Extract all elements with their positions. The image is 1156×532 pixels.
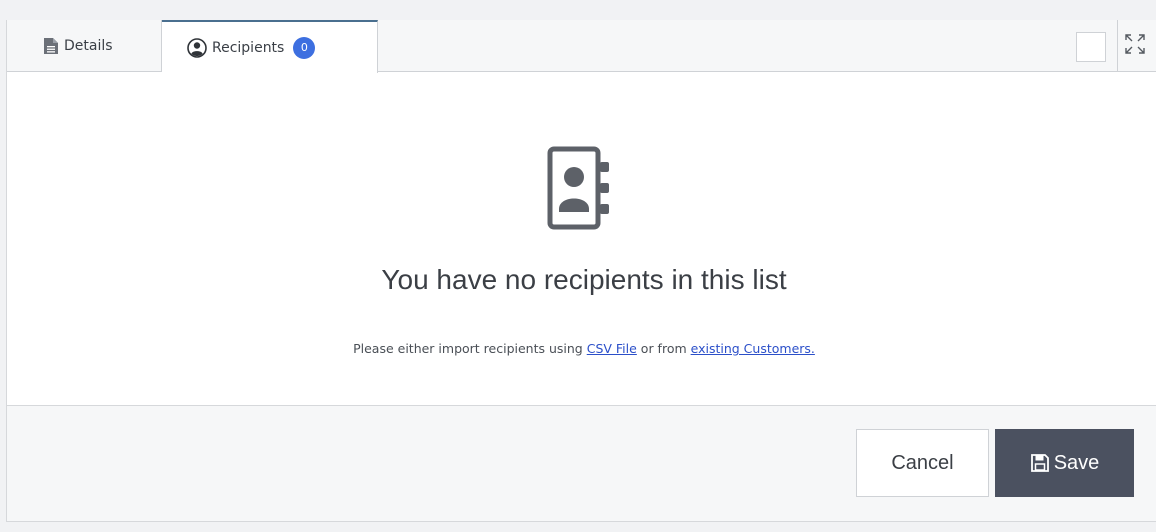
user-circle-icon [187,37,207,58]
tab-details[interactable]: Details [7,20,162,72]
empty-state: You have no recipients in this list Plea… [7,72,1156,405]
dialog-footer: Cancel Save [7,405,1156,521]
expand-icon[interactable] [1124,33,1146,55]
existing-customers-link[interactable]: existing Customers. [691,341,815,356]
address-book-icon [545,146,611,234]
recipients-count-badge: 0 [293,36,316,59]
toolbar-checkbox[interactable] [1076,32,1106,62]
cancel-button[interactable]: Cancel [856,429,989,497]
floppy-disk-icon [1030,453,1050,473]
cancel-button-label: Cancel [891,451,954,474]
empty-state-title: You have no recipients in this list [381,264,787,295]
document-icon [43,37,59,55]
save-button-label: Save [1053,451,1100,474]
tab-recipients-label: Recipients [212,39,285,56]
tab-recipients[interactable]: Recipients 0 [162,20,378,73]
csv-file-link[interactable]: CSV File [587,341,637,356]
toolbar-divider [1117,20,1118,72]
tab-bar: Details Recipients 0 [7,20,1156,73]
recipients-dialog: Details Recipients 0 You have no recipie… [6,20,1156,522]
empty-state-instructions: Please either import recipients using CS… [7,341,1156,356]
instructions-text-middle: or from [636,341,691,356]
save-button[interactable]: Save [995,429,1134,497]
instructions-text-start: Please either import recipients using [353,341,587,356]
tab-details-label: Details [64,38,113,54]
